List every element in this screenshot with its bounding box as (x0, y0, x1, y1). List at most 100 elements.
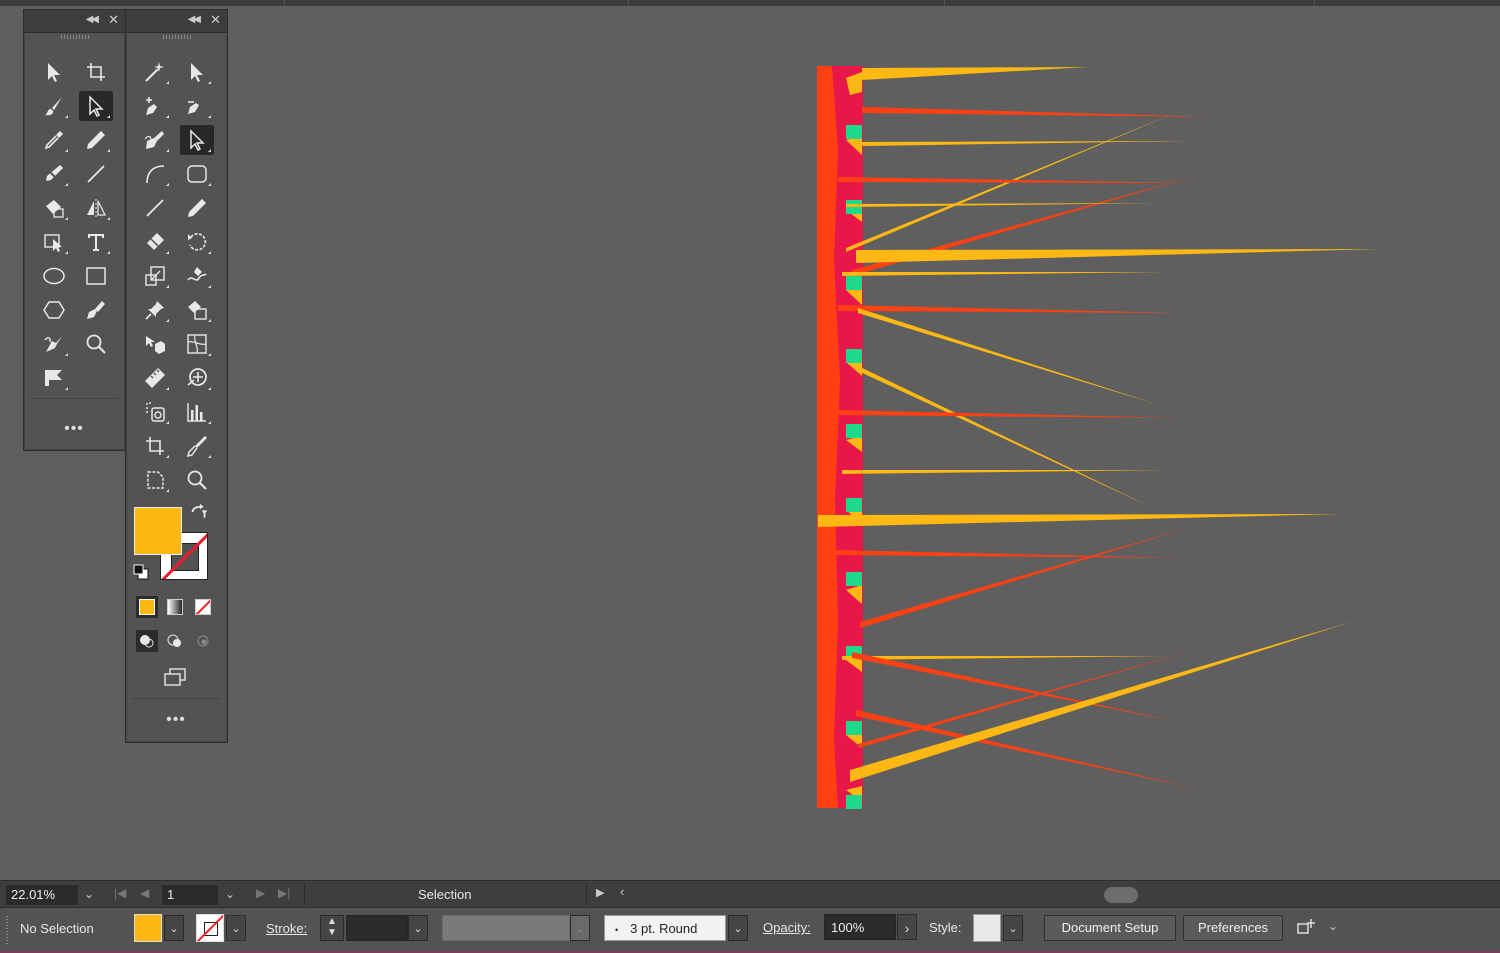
close-icon[interactable]: ✕ (108, 12, 119, 28)
slice-tool[interactable] (180, 431, 214, 461)
zoom-tool-2[interactable] (180, 465, 214, 495)
live-paint-selection-tool[interactable] (180, 295, 214, 325)
symbol-tool[interactable] (138, 397, 172, 427)
opacity-label[interactable]: Opacity: (763, 920, 811, 935)
pen-tool[interactable] (79, 295, 113, 325)
curvature-tool[interactable] (138, 159, 172, 189)
shape-builder-tool[interactable] (138, 329, 172, 359)
line-segment-tool-2[interactable] (138, 193, 172, 223)
color-mode-button[interactable] (136, 596, 158, 618)
measure-tool[interactable] (138, 363, 172, 393)
blob-brush-tool[interactable] (37, 159, 71, 189)
line-segment-tool[interactable] (79, 159, 113, 189)
horizontal-scrollbar[interactable] (632, 887, 1487, 903)
page-tool[interactable] (138, 465, 172, 495)
curvature-pen[interactable] (37, 329, 71, 359)
edit-toolbar-button[interactable]: ••• (59, 420, 89, 438)
collapse-icon[interactable]: ◀◀ (86, 14, 99, 25)
arrange-documents-button[interactable] (1292, 914, 1322, 942)
artboard-dropdown-icon[interactable]: ⌄ (225, 887, 235, 901)
next-artboard-icon[interactable]: ▶ (256, 886, 265, 900)
perspective-selection[interactable] (37, 227, 71, 257)
previous-artboard-icon[interactable]: ◀ (140, 886, 149, 900)
fill-dropdown-button[interactable]: ⌄ (164, 915, 184, 941)
gradient-mode-button[interactable] (164, 596, 186, 618)
paintbrush-tool[interactable] (37, 91, 71, 121)
control-bar-grip[interactable] (6, 916, 8, 944)
stroke-weight-field[interactable] (346, 915, 408, 941)
rectangle-tool[interactable] (79, 261, 113, 291)
panel-grip[interactable] (162, 35, 191, 39)
fill-swatch[interactable] (134, 507, 182, 555)
stroke-dropdown-button[interactable]: ⌄ (226, 915, 246, 941)
stroke-label[interactable]: Stroke: (266, 921, 307, 936)
ellipse-tool[interactable] (37, 261, 71, 291)
rounded-rectangle-tool[interactable] (180, 159, 214, 189)
preferences-button[interactable]: Preferences (1183, 915, 1283, 941)
artwork-rays[interactable] (818, 67, 1378, 788)
stroke-weight-stepper[interactable]: ▲ ▼ (320, 915, 344, 941)
swap-fill-stroke-button[interactable] (188, 503, 210, 525)
draw-normal-button[interactable] (136, 630, 158, 652)
type-tool[interactable] (79, 227, 113, 257)
first-artboard-icon[interactable]: |◀ (114, 886, 126, 900)
rotate-tool[interactable] (180, 227, 214, 257)
last-artboard-icon[interactable]: ▶| (278, 886, 290, 900)
brush-definition-field[interactable]: • 3 pt. Round (604, 915, 726, 941)
draw-behind-button[interactable] (164, 630, 186, 652)
anchor-point-tool[interactable] (180, 91, 214, 121)
variable-width-profile[interactable] (442, 915, 570, 941)
pen-tool-2[interactable] (138, 125, 172, 155)
close-icon[interactable]: ✕ (210, 12, 221, 28)
opacity-expand-button[interactable]: › (897, 914, 917, 940)
scale-tool[interactable] (138, 261, 172, 291)
none-mode-button[interactable] (192, 596, 214, 618)
reflect-tool[interactable] (79, 193, 113, 223)
flag-tool[interactable] (37, 363, 71, 393)
panel-header[interactable]: ◀◀ ✕ (126, 10, 227, 33)
draw-inside-button[interactable] (192, 630, 214, 652)
default-fill-stroke-button[interactable] (132, 563, 150, 581)
pencil-tool[interactable] (79, 125, 113, 155)
panel-grip[interactable] (60, 35, 89, 39)
symbol-sprayer-tool[interactable] (180, 363, 214, 393)
eyedropper-tool[interactable] (37, 125, 71, 155)
edit-toolbar-button[interactable]: ••• (161, 711, 191, 729)
eraser-tool[interactable] (138, 227, 172, 257)
opacity-field[interactable]: 100% (824, 914, 896, 940)
column-graph-tool[interactable] (180, 397, 214, 427)
scrollbar-thumb[interactable] (1104, 887, 1138, 903)
group-selection-tool[interactable] (180, 125, 214, 155)
graphic-style-swatch[interactable] (973, 914, 1001, 942)
zoom-dropdown-icon[interactable]: ⌄ (84, 887, 94, 901)
magic-wand-tool[interactable] (138, 57, 172, 87)
selection-tool[interactable] (37, 57, 71, 87)
live-paint-bucket[interactable] (37, 193, 71, 223)
change-screen-mode-button[interactable] (158, 662, 192, 692)
artboard-number-field[interactable]: 1 (162, 885, 218, 905)
fill-color-swatch[interactable] (134, 914, 162, 942)
collapse-icon[interactable]: ◀◀ (188, 14, 201, 25)
arrange-dropdown-icon[interactable]: ⌄ (1328, 919, 1338, 933)
zoom-field[interactable]: 22.01% (6, 885, 78, 905)
zoom-tool[interactable] (79, 329, 113, 359)
variable-width-dropdown[interactable]: ⌄ (570, 915, 590, 941)
stroke-color-swatch[interactable] (196, 914, 224, 942)
pencil-tool-2[interactable] (180, 193, 214, 223)
brush-dropdown-button[interactable]: ⌄ (728, 915, 748, 941)
panel-header[interactable]: ◀◀ ✕ (24, 10, 125, 33)
artboard-tool-2[interactable] (138, 431, 172, 461)
polygon-tool[interactable] (37, 295, 71, 325)
direct-selection-tool[interactable] (79, 91, 113, 121)
artboard-tool[interactable] (79, 57, 113, 87)
add-anchor-point-tool[interactable] (138, 91, 172, 121)
direct-selection[interactable] (180, 57, 214, 87)
stroke-weight-dropdown[interactable]: ⌄ (408, 915, 428, 941)
style-dropdown-button[interactable]: ⌄ (1003, 915, 1023, 941)
scroll-left-icon[interactable]: ‹ (620, 884, 624, 899)
status-menu-icon[interactable]: ▶ (596, 886, 604, 899)
pin-tool[interactable] (138, 295, 172, 325)
warp-tool[interactable] (180, 261, 214, 291)
mesh-tool[interactable] (180, 329, 214, 359)
document-setup-button[interactable]: Document Setup (1044, 915, 1176, 941)
